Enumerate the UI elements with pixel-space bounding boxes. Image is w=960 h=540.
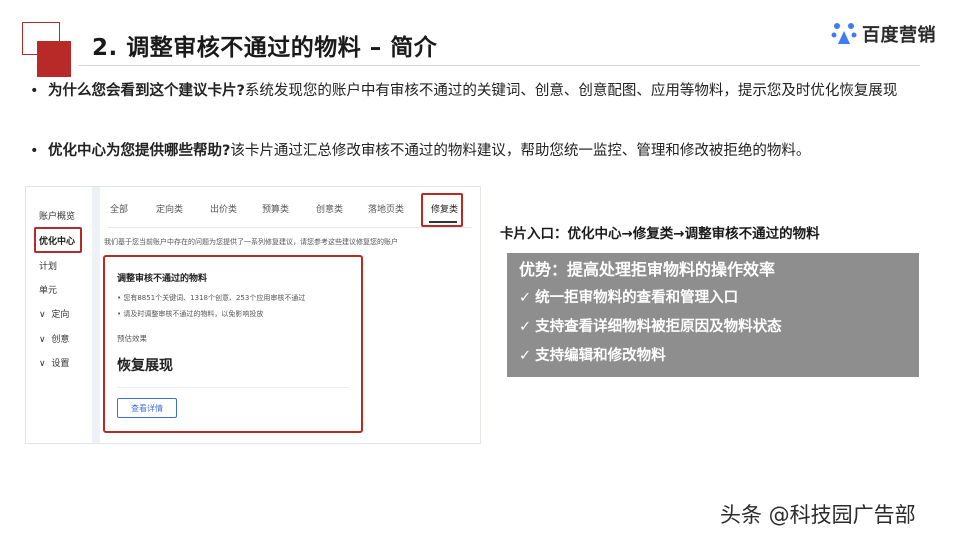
bullet-bold: 优化中心为您提供哪些帮助? — [48, 143, 231, 159]
card-divider — [117, 387, 349, 388]
sidebar-item-account-overview[interactable]: 账户概览 — [39, 209, 75, 222]
advantage-text: 支持查看详细物料被拒原因及物料状态 — [535, 319, 782, 335]
tab-all[interactable]: 全部 — [110, 202, 128, 215]
bullet-text: 优化中心为您提供哪些帮助?该卡片通过汇总修改审核不通过的物料建议，帮助您统一监控… — [48, 140, 910, 162]
bullet-body: 该卡片通过汇总修改审核不通过的物料建议，帮助您统一监控、管理和修改被拒绝的物料。 — [230, 143, 811, 159]
sidebar-item-unit[interactable]: 单元 — [39, 283, 57, 296]
advantage-item: ✓ 支持编辑和修改物料 — [519, 342, 907, 371]
card-line: • 您有8851个关键词、1318个创意、253个应用审核不通过 — [117, 294, 306, 302]
sidebar-label: 创意 — [51, 335, 70, 345]
sidebar-item-creative[interactable]: ∨ 创意 — [39, 332, 69, 345]
advantage-text: 统一拒审物料的查看和管理入口 — [535, 290, 739, 306]
chevron-down-icon: ∨ — [39, 359, 46, 369]
suggestion-description: 我们基于您当前账户中存在的问题为您提供了一系列修复建议，请您参考这些建议修复您的… — [104, 238, 398, 246]
tab-bidding[interactable]: 出价类 — [210, 202, 237, 215]
ui-screenshot: 账户概览 优化中心 计划 单元 ∨ 定向 ∨ 创意 ∨ 设置 全部 定向类 出价… — [25, 186, 481, 444]
page-title: 2. 调整审核不通过的物料 – 简介 — [92, 35, 438, 61]
screenshot-main: 全部 定向类 出价类 预算类 创意类 落地页类 修复类 我们基于您当前账户中存在… — [100, 187, 480, 443]
watermark: 头条 @科技园广告部 — [720, 503, 916, 527]
baidu-marketing-logo: 百度营销 — [830, 20, 936, 48]
suggestion-card: 调整审核不通过的物料 • 您有8851个关键词、1318个创意、253个应用审核… — [103, 255, 363, 433]
screenshot-sidebar: 账户概览 优化中心 计划 单元 ∨ 定向 ∨ 创意 ∨ 设置 — [26, 187, 92, 443]
check-icon: ✓ — [519, 290, 532, 306]
bullet-help: • 优化中心为您提供哪些帮助?该卡片通过汇总修改审核不通过的物料建议，帮助您统一… — [30, 140, 910, 162]
tab-budget[interactable]: 预算类 — [262, 202, 289, 215]
advantage-item: ✓ 支持查看详细物料被拒原因及物料状态 — [519, 313, 907, 342]
bullet-dot: • — [30, 83, 39, 99]
sidebar-label: 定向 — [51, 310, 70, 320]
advantage-item: ✓ 统一拒审物料的查看和管理入口 — [519, 284, 907, 313]
sidebar-item-targeting[interactable]: ∨ 定向 — [39, 307, 69, 320]
tab-divider — [108, 227, 472, 228]
chevron-down-icon: ∨ — [39, 335, 46, 345]
bullet-bold: 为什么您会看到这个建议卡片? — [48, 83, 245, 99]
bullet-body: 系统发现您的账户中有审核不通过的关键词、创意、创意配图、应用等物料，提示您及时优… — [244, 83, 898, 99]
card-line: • 请及时调整审核不通过的物料，以免影响投放 — [117, 310, 264, 318]
sidebar-item-plan[interactable]: 计划 — [39, 259, 57, 272]
check-icon: ✓ — [519, 319, 532, 335]
logo-text: 百度营销 — [862, 25, 936, 46]
advantage-text: 支持编辑和修改物料 — [535, 348, 666, 364]
advantages-title: 优势：提高处理拒审物料的操作效率 — [519, 260, 776, 279]
effect-label: 预估效果 — [117, 334, 147, 343]
bullet-dot: • — [30, 143, 39, 159]
advantages-box: 优势：提高处理拒审物料的操作效率 ✓ 统一拒审物料的查看和管理入口 ✓ 支持查看详细… — [507, 253, 919, 377]
tab-creative[interactable]: 创意类 — [316, 202, 343, 215]
card-title: 调整审核不通过的物料 — [117, 274, 208, 284]
tab-targeting[interactable]: 定向类 — [156, 202, 183, 215]
title-divider — [78, 65, 920, 66]
title-deco-square — [37, 41, 71, 77]
chevron-down-icon: ∨ — [39, 310, 46, 320]
sidebar-highlight-box — [34, 227, 82, 253]
bullet-text: 为什么您会看到这个建议卡片?系统发现您的账户中有审核不通过的关键词、创意、创意配… — [48, 80, 910, 102]
card-entry-path: 卡片入口：优化中心→修复类→调整审核不通过的物料 — [500, 226, 820, 242]
sidebar-label: 设置 — [51, 359, 70, 369]
tab-landing-page[interactable]: 落地页类 — [368, 202, 404, 215]
tab-active-indicator — [429, 221, 457, 223]
sidebar-item-settings[interactable]: ∨ 设置 — [39, 356, 69, 369]
baidu-logo-icon — [831, 23, 857, 44]
check-icon: ✓ — [519, 348, 532, 364]
view-details-button[interactable]: 查看详情 — [117, 398, 177, 418]
bullet-why: • 为什么您会看到这个建议卡片?系统发现您的账户中有审核不通过的关键词、创意、创… — [30, 80, 910, 102]
effect-value: 恢复展现 — [117, 358, 173, 374]
